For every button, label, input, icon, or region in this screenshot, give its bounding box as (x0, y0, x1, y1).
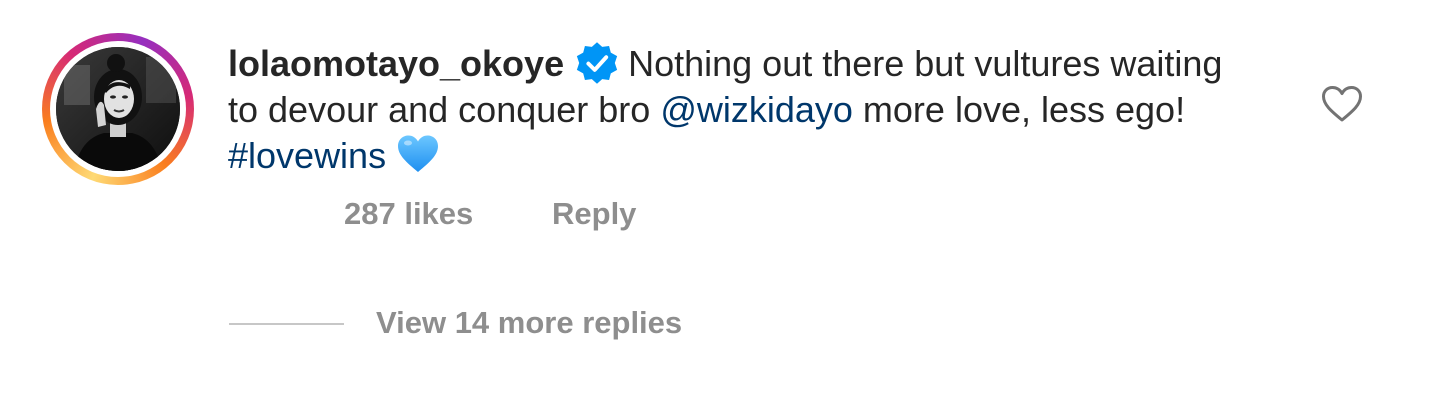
reply-button[interactable]: Reply (552, 196, 636, 232)
mention-link[interactable]: @wizkidayo (660, 89, 853, 130)
comment-item: lolaomotayo_okoye Nothing out there but … (0, 0, 1440, 403)
verified-badge-icon (576, 42, 618, 84)
view-more-replies-button[interactable]: View 14 more replies (376, 305, 682, 341)
hashtag-link[interactable]: #lovewins (228, 135, 386, 176)
comment-text: lolaomotayo_okoye Nothing out there but … (228, 40, 1238, 179)
comment-body-part2: more love, less ego! (852, 89, 1186, 130)
avatar[interactable] (56, 47, 180, 171)
story-ring[interactable] (42, 33, 194, 185)
avatar-image (56, 47, 180, 171)
heart-outline-icon[interactable] (1320, 84, 1364, 124)
blue-heart-emoji (398, 135, 439, 172)
replies-divider-line (229, 323, 344, 325)
username-link[interactable]: lolaomotayo_okoye (228, 43, 564, 84)
likes-count[interactable]: 287 likes (344, 196, 473, 232)
